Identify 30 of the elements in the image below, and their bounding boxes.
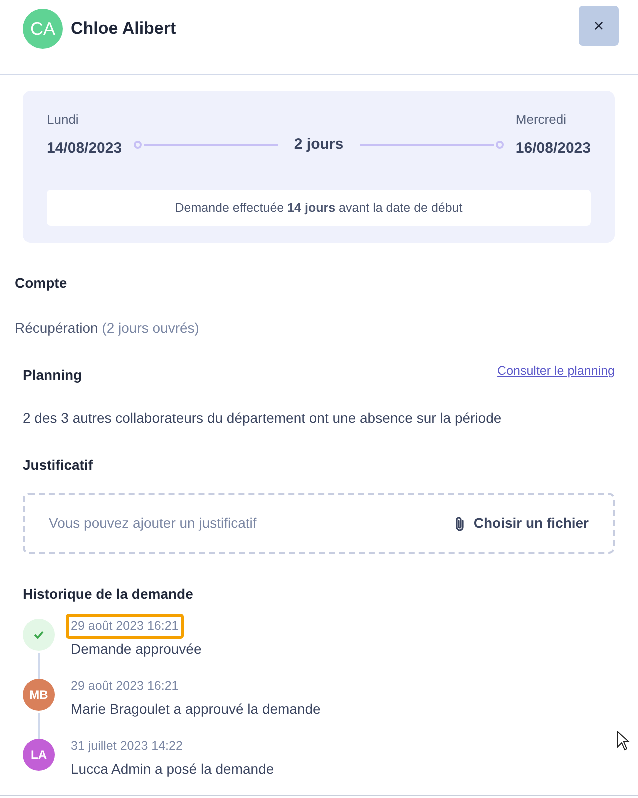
- duration: 2 jours: [293, 134, 345, 154]
- history-date: 31 juillet 2023 14:22: [70, 738, 184, 755]
- avatar: CA: [23, 9, 63, 49]
- history-text: Lucca Admin a posé la demande: [71, 760, 274, 779]
- planning-text: 2 des 3 autres collaborateurs du département ont une absence sur la période: [23, 409, 503, 428]
- file-dropzone[interactable]: Vous pouvez ajouter un justificatif Choisir un fichier: [23, 493, 615, 554]
- paperclip-icon: [454, 516, 466, 532]
- planning-link[interactable]: Consulter le planning: [498, 362, 615, 381]
- avatar: MB: [23, 679, 55, 711]
- end-date: 16/08/2023: [516, 138, 591, 158]
- history-date: 29 août 2023 16:21: [66, 614, 184, 639]
- dropzone-placeholder: Vous pouvez ajouter un justificatif: [49, 514, 257, 533]
- close-button[interactable]: ×: [579, 6, 619, 46]
- mouse-cursor-icon: [617, 731, 630, 751]
- history-text: Marie Bragoulet a approuvé la demande: [71, 700, 321, 719]
- approved-check-icon: [23, 619, 55, 651]
- avatar: LA: [23, 739, 55, 771]
- start-date: 14/08/2023: [47, 138, 122, 158]
- user-name: Chloe Alibert: [71, 18, 178, 40]
- section-title: Historique de la demande: [23, 585, 194, 604]
- history-date: 29 août 2023 16:21: [70, 678, 180, 695]
- end-day: Mercredi: [516, 110, 591, 130]
- section-title: Justificatif: [23, 456, 94, 475]
- request-note: Demande effectuée 14 jours avant la date de début: [175, 200, 463, 217]
- start-day: Lundi: [47, 110, 122, 130]
- section-title: Planning: [23, 366, 82, 385]
- choose-file-button[interactable]: Choisir un fichier: [454, 513, 589, 534]
- account-value: Récupération (2 jours ouvrés): [15, 319, 200, 338]
- section-title: Compte: [15, 274, 68, 293]
- history-text: Demande approuvée: [71, 640, 202, 659]
